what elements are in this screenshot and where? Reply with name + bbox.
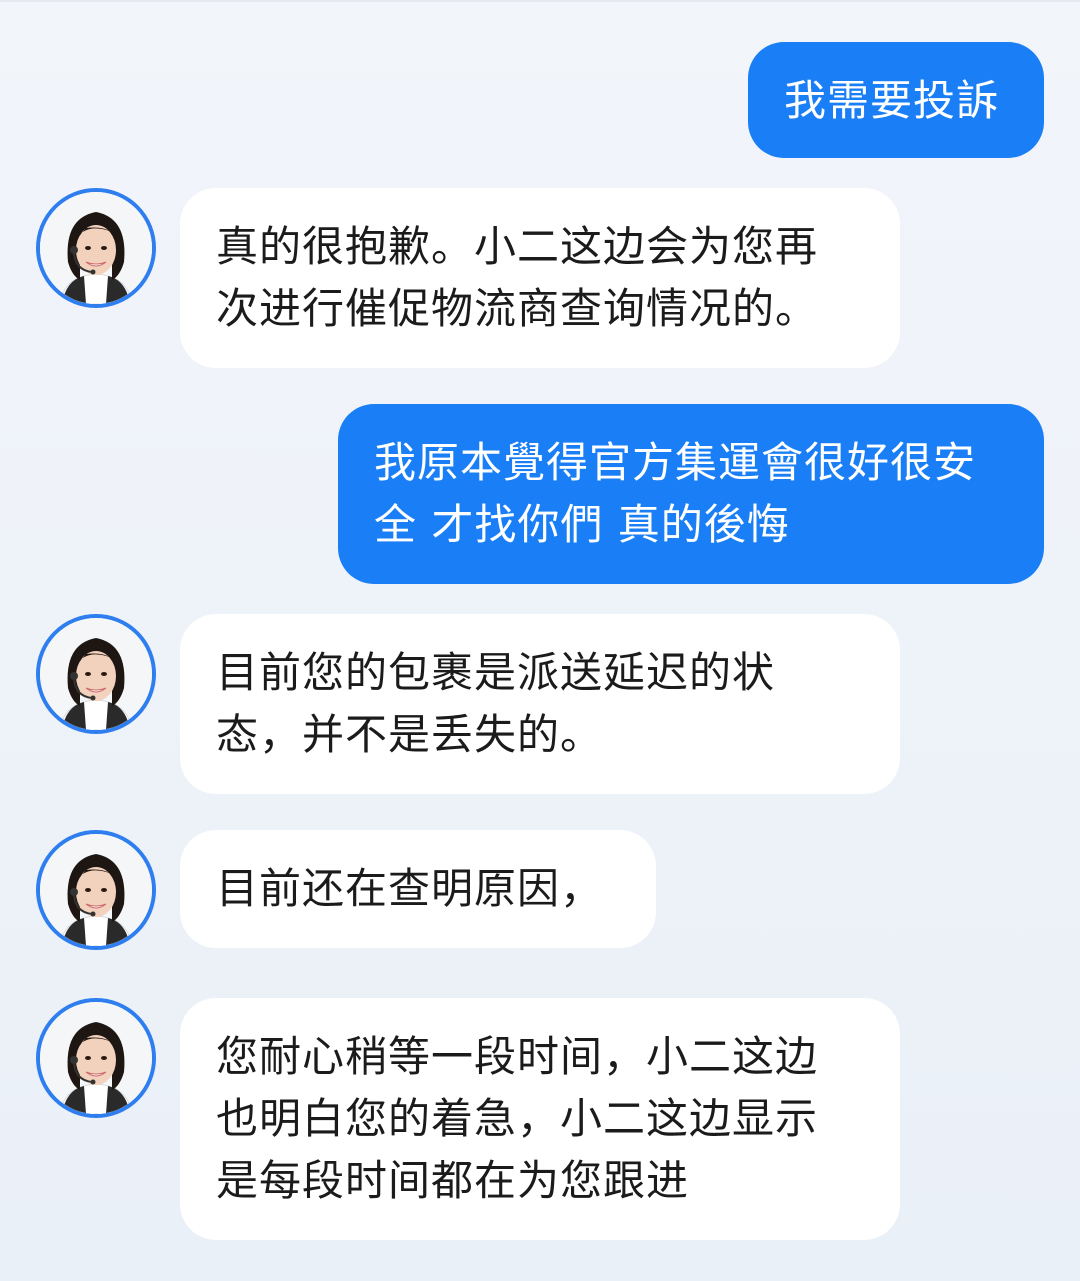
agent-message-bubble[interactable]: 真的很抱歉。小二这边会为您再 次进行催促物流商查询情况的。 [180, 188, 900, 368]
top-divider [0, 0, 1080, 2]
agent-message-bubble[interactable]: 目前还在查明原因， [180, 830, 656, 948]
user-message-bubble[interactable]: 我需要投訴 [748, 42, 1044, 158]
user-message-bubble[interactable]: 我原本覺得官方集運會很好很安 全 才找你們 真的後悔 [338, 404, 1044, 584]
agent-avatar-icon[interactable] [36, 188, 156, 308]
agent-message-bubble[interactable]: 目前您的包裹是派送延迟的状 态，并不是丢失的。 [180, 614, 900, 794]
agent-message-bubble[interactable]: 您耐心稍等一段时间，小二这边 也明白您的着急，小二这边显示 是每段时间都在为您跟… [180, 998, 900, 1240]
agent-avatar-icon[interactable] [36, 830, 156, 950]
agent-avatar-icon[interactable] [36, 614, 156, 734]
agent-avatar-icon[interactable] [36, 998, 156, 1118]
